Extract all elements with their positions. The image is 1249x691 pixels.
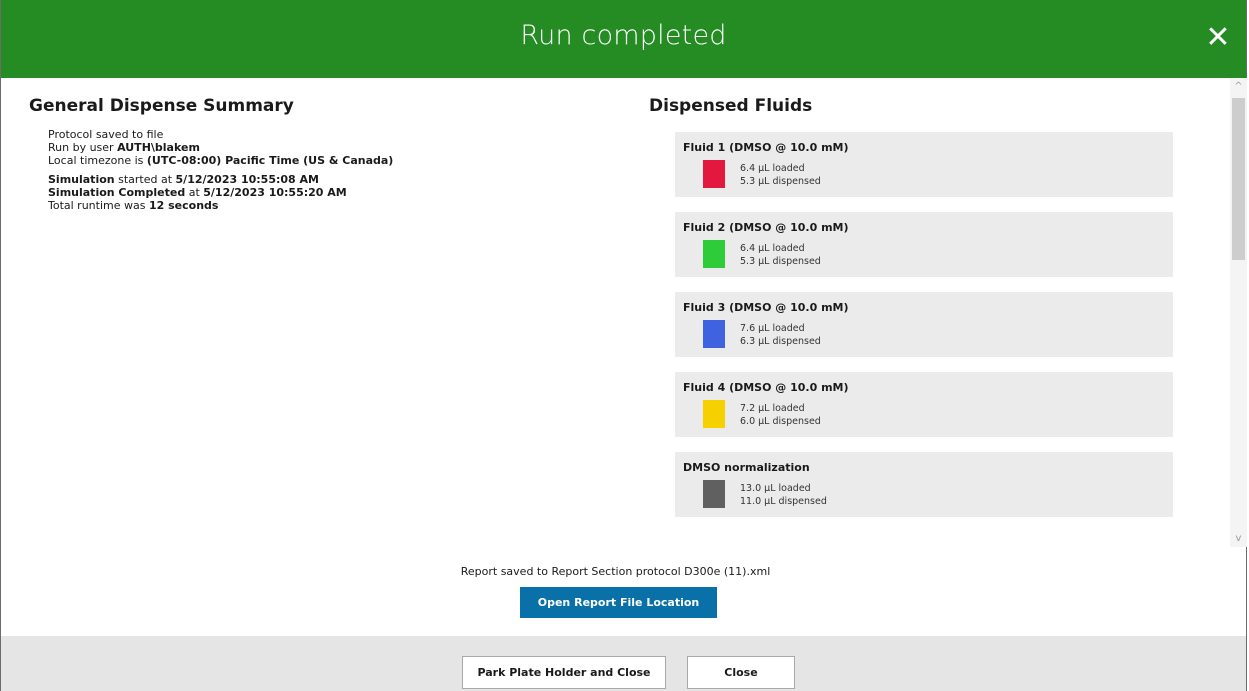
fluid-dispensed: 5.3 µL dispensed [740, 176, 821, 187]
scrollbar[interactable]: ^ v [1230, 78, 1247, 547]
fluid-name: DMSO normalization [683, 461, 810, 474]
fluid-loaded: 7.2 µL loaded [740, 403, 805, 414]
run-completed-dialog: Run completed ✕ General Dispense Summary… [0, 0, 1247, 691]
summary-body: Protocol saved to file Run by user AUTH\… [48, 128, 393, 212]
summary-heading: General Dispense Summary [29, 96, 294, 116]
summary-line-user: Run by user AUTH\blakem [48, 141, 200, 154]
fluid-color-swatch [703, 320, 725, 348]
fluids-heading: Dispensed Fluids [649, 96, 813, 116]
park-plate-holder-close-button[interactable]: Park Plate Holder and Close [462, 656, 666, 689]
dialog-title: Run completed [520, 20, 727, 51]
fluid-dispensed: 6.0 µL dispensed [740, 416, 821, 427]
scroll-thumb[interactable] [1232, 98, 1245, 260]
summary-line-file: Protocol saved to file [48, 128, 164, 141]
report-saved-text: Report saved to Report Section protocol … [460, 565, 771, 578]
fluid-name: Fluid 1 (DMSO @ 10.0 mM) [683, 141, 849, 154]
close-icon[interactable]: ✕ [1200, 18, 1236, 58]
fluid-color-swatch [703, 480, 725, 508]
summary-line-timezone: Local timezone is (UTC-08:00) Pacific Ti… [48, 154, 394, 167]
fluid-color-swatch [703, 160, 725, 188]
fluid-dispensed: 11.0 µL dispensed [740, 496, 827, 507]
footer-bar: Park Plate Holder and Close Close [1, 636, 1246, 691]
fluid-name: Fluid 2 (DMSO @ 10.0 mM) [683, 221, 849, 234]
fluid-card: Fluid 3 (DMSO @ 10.0 mM) 7.6 µL loaded 6.3… [675, 292, 1173, 357]
scroll-up-icon[interactable]: ^ [1230, 78, 1247, 95]
fluid-color-swatch [703, 240, 725, 268]
scroll-down-icon[interactable]: v [1230, 530, 1247, 547]
close-button[interactable]: Close [687, 656, 795, 689]
content-area: General Dispense Summary Protocol saved … [1, 78, 1230, 547]
summary-line-started: Simulation started at 5/12/2023 10:55:08… [48, 173, 319, 186]
fluid-color-swatch [703, 400, 725, 428]
fluid-card: DMSO normalization 13.0 µL loaded 11.0 µL … [675, 452, 1173, 517]
fluid-card: Fluid 4 (DMSO @ 10.0 mM) 7.2 µL loaded 6.0… [675, 372, 1173, 437]
fluid-dispensed: 5.3 µL dispensed [740, 256, 821, 267]
title-bar: Run completed ✕ [1, 0, 1246, 78]
fluid-loaded: 6.4 µL loaded [740, 163, 805, 174]
summary-line-completed: Simulation Completed at 5/12/2023 10:55:… [48, 186, 347, 199]
fluid-card: Fluid 2 (DMSO @ 10.0 mM) 6.4 µL loaded 5.3… [675, 212, 1173, 277]
summary-line-runtime: Total runtime was 12 seconds [48, 199, 219, 212]
open-report-location-button[interactable]: Open Report File Location [520, 587, 717, 618]
fluid-name: Fluid 3 (DMSO @ 10.0 mM) [683, 301, 849, 314]
fluid-dispensed: 6.3 µL dispensed [740, 336, 821, 347]
fluid-loaded: 7.6 µL loaded [740, 323, 805, 334]
fluid-card: Fluid 1 (DMSO @ 10.0 mM) 6.4 µL loaded 5.3… [675, 132, 1173, 197]
fluid-name: Fluid 4 (DMSO @ 10.0 mM) [683, 381, 849, 394]
fluid-loaded: 6.4 µL loaded [740, 243, 805, 254]
fluid-loaded: 13.0 µL loaded [740, 483, 811, 494]
